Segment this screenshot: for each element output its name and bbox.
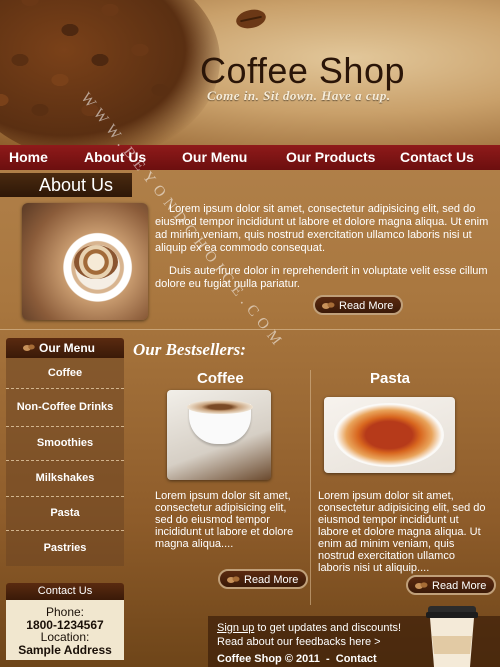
nav-our-menu[interactable]: Our Menu: [182, 145, 247, 170]
menu-item-milkshakes[interactable]: Milkshakes: [6, 461, 124, 497]
nav-home[interactable]: Home: [9, 145, 48, 170]
about-read-more-label: Read More: [339, 300, 394, 312]
menu-item-coffee[interactable]: Coffee: [6, 358, 124, 389]
coffee-read-more-label: Read More: [244, 574, 299, 586]
pasta-plate-icon: [334, 403, 444, 467]
column-divider: [310, 370, 311, 605]
signup-line: Sign up to get updates and discounts!: [217, 622, 401, 634]
nav-contact-us[interactable]: Contact Us: [400, 145, 474, 170]
coffee-title: Coffee: [197, 370, 244, 387]
copyright-line: Coffee Shop © 2011 - Contact: [217, 653, 377, 665]
coffee-bean-icon: [322, 302, 335, 309]
pasta-read-more-button[interactable]: Read More: [406, 575, 497, 595]
about-heading: About Us: [0, 173, 132, 197]
site-tagline: Come in. Sit down. Have a cup.: [207, 88, 391, 103]
coffee-bean-icon: [234, 7, 268, 31]
feedback-link[interactable]: Read about our feedbacks here >: [217, 636, 381, 648]
about-read-more-button[interactable]: Read More: [313, 295, 404, 315]
coffee-bean-icon: [227, 576, 240, 583]
signup-link[interactable]: Sign up: [217, 622, 254, 634]
copyright: Coffee Shop © 2011: [217, 653, 320, 665]
coffee-read-more-button[interactable]: Read More: [218, 569, 309, 589]
latte-art-image: [22, 203, 148, 320]
coffee-beans-image: [0, 0, 220, 145]
coffee-cup-image: [167, 390, 271, 480]
coffee-bean-icon: [415, 582, 428, 589]
main-nav: Home About Us Our Menu Our Products Cont…: [0, 145, 500, 170]
nav-our-products[interactable]: Our Products: [286, 145, 375, 170]
about-heading-label: About Us: [38, 175, 114, 195]
menu-list: Coffee Non-Coffee Drinks Smoothies Milks…: [6, 358, 124, 566]
coffee-description: Lorem ipsum dolor sit amet, consectetur …: [155, 490, 294, 550]
latte-heart-icon: [74, 245, 118, 279]
copyright-separator: -: [319, 653, 336, 665]
menu-item-pastries[interactable]: Pastries: [6, 531, 124, 566]
menu-heading-label: Our Menu: [39, 341, 95, 355]
pasta-description: Lorem ipsum dolor sit amet, consectetur …: [318, 490, 486, 574]
coffee-foam: [187, 400, 253, 414]
coffee-bean-icon: [23, 344, 35, 351]
signup-text: to get updates and discounts!: [254, 622, 402, 634]
pasta-title: Pasta: [370, 370, 411, 387]
about-paragraph-2: Duis aute irure dolor in reprehenderit i…: [155, 265, 488, 290]
pasta-plate-image: [324, 397, 455, 473]
footer-contact-link[interactable]: Contact: [336, 653, 377, 665]
menu-item-smoothies[interactable]: Smoothies: [6, 427, 124, 461]
contact-box: Phone: 1800-1234567 Location: Sample Add…: [6, 600, 124, 660]
section-divider: [0, 329, 500, 330]
menu-heading: Our Menu: [6, 338, 124, 358]
header-banner: Coffee Shop Come in. Sit down. Have a cu…: [0, 0, 500, 145]
takeaway-cup-icon: [426, 606, 478, 667]
site-title: Coffee Shop: [200, 50, 405, 91]
nav-about-us[interactable]: About Us: [84, 145, 146, 170]
about-paragraph-1: Lorem ipsum dolor sit amet, consectetur …: [155, 203, 489, 254]
address: Sample Address: [18, 642, 112, 657]
bestsellers-heading: Our Bestsellers:: [133, 340, 246, 359]
pasta-read-more-label: Read More: [432, 580, 487, 592]
menu-item-pasta[interactable]: Pasta: [6, 497, 124, 531]
contact-heading: Contact Us: [6, 583, 124, 600]
page: Coffee Shop Come in. Sit down. Have a cu…: [0, 0, 500, 667]
menu-item-non-coffee-drinks[interactable]: Non-Coffee Drinks: [6, 389, 124, 427]
about-text: Lorem ipsum dolor sit amet, consectetur …: [155, 203, 495, 301]
